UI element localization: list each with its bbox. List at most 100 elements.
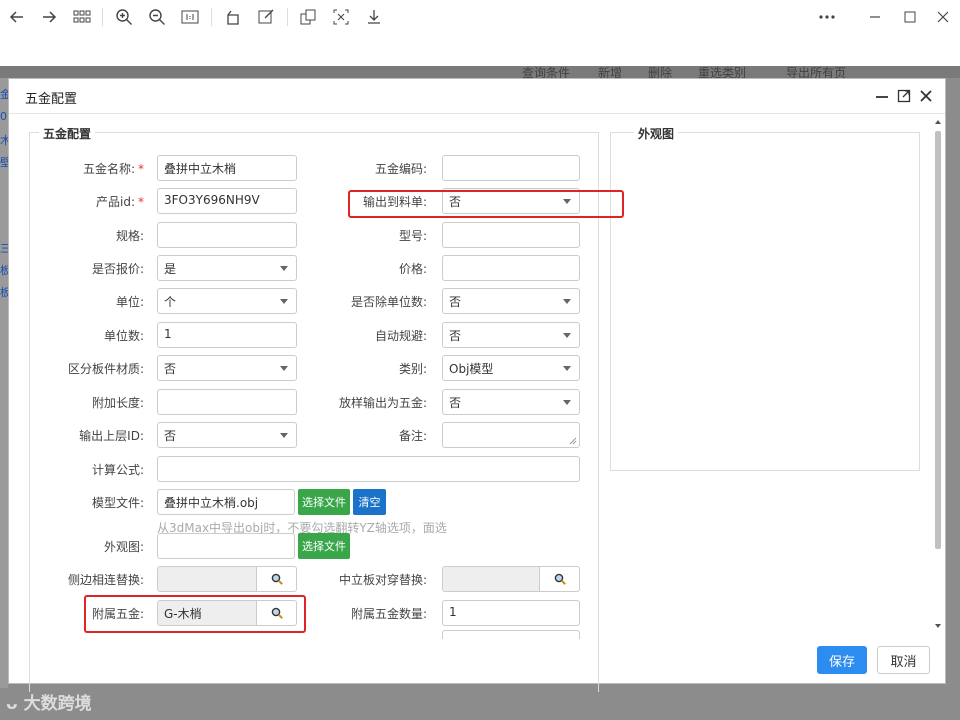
- zoom-out-icon[interactable]: [146, 6, 168, 28]
- attached-qty-input[interactable]: 1: [442, 600, 580, 626]
- remark-textarea[interactable]: [442, 422, 580, 448]
- next-row-input-partial: [442, 630, 580, 639]
- appearance-fieldset: [610, 132, 920, 471]
- model-no-label: 型号:: [398, 229, 427, 243]
- bg-left-text: 板: [0, 286, 8, 299]
- bg-left-text: 木: [0, 134, 8, 147]
- choose-appearance-file-button[interactable]: 选择文件: [298, 533, 350, 559]
- middle-replace-label: 中立板对穿替换:: [338, 573, 427, 587]
- resize-handle-icon[interactable]: [569, 437, 577, 445]
- more-icon[interactable]: [816, 6, 838, 28]
- model-no-input[interactable]: [442, 222, 580, 248]
- unit-count-input[interactable]: 1: [157, 322, 297, 348]
- unit-count-label: 单位数:: [103, 329, 144, 343]
- material-select[interactable]: 否: [157, 355, 297, 381]
- divide-unit-label: 是否除单位数:: [350, 295, 427, 309]
- upper-id-label: 输出上层ID:: [79, 429, 144, 443]
- bg-export-button: 导出所有页: [786, 66, 847, 80]
- back-arrow-icon[interactable]: [6, 6, 28, 28]
- upper-id-select[interactable]: 否: [157, 422, 297, 448]
- viewer-toolbar: [0, 0, 960, 34]
- clear-model-file-button[interactable]: 清空: [353, 489, 386, 515]
- side-replace-search-button[interactable]: [257, 566, 297, 592]
- auto-avoid-label: 自动规避:: [374, 329, 427, 343]
- spec-input[interactable]: [157, 222, 297, 248]
- copy-icon[interactable]: [297, 6, 319, 28]
- appearance-label: 外观图:: [103, 540, 144, 554]
- name-input[interactable]: 叠拼中立木梢: [157, 155, 297, 181]
- crop-icon[interactable]: [330, 6, 352, 28]
- side-replace-input[interactable]: [157, 566, 257, 592]
- edit-icon[interactable]: [255, 6, 277, 28]
- dialog-maximize-icon[interactable]: [895, 87, 913, 105]
- forward-arrow-icon[interactable]: [38, 6, 60, 28]
- price-label: 价格:: [398, 262, 427, 276]
- extra-length-label: 附加长度:: [91, 396, 144, 410]
- hardware-config-dialog: 五金配置 五金配置 外观图 五金名称: * 叠拼中立木梢 五金编码: 产品id: *…: [8, 78, 946, 692]
- choose-model-file-button[interactable]: 选择文件: [298, 489, 350, 515]
- actual-size-icon[interactable]: [179, 6, 201, 28]
- attached-qty-label: 附属五金数量:: [350, 607, 427, 621]
- dialog-minimize-icon[interactable]: [873, 87, 891, 105]
- download-icon[interactable]: [363, 6, 385, 28]
- remark-label: 备注:: [398, 429, 427, 443]
- bg-left-text: 0: [0, 110, 7, 123]
- bg-left-text: 壁: [0, 156, 8, 169]
- watermark: ᴗ 大数跨境: [6, 694, 92, 714]
- bg-query-button: 查询条件: [522, 66, 571, 80]
- name-label: 五金名称: *: [82, 162, 144, 176]
- maximize-icon[interactable]: [899, 6, 921, 28]
- bg-delete-button: 删除: [648, 66, 673, 80]
- formula-input[interactable]: [157, 456, 580, 482]
- dialog-title: 五金配置: [25, 92, 78, 107]
- dialog-header: 五金配置: [9, 79, 945, 114]
- bg-left-text: 板: [0, 264, 8, 277]
- highlight-attached-hardware: [84, 595, 306, 633]
- zoom-in-icon[interactable]: [113, 6, 135, 28]
- bg-left-text: 三: [0, 242, 8, 255]
- window-close-icon[interactable]: [932, 6, 954, 28]
- model-file-input[interactable]: 叠拼中立木梢.obj: [157, 489, 295, 515]
- middle-replace-input[interactable]: [442, 566, 540, 592]
- bg-left-text: 金: [0, 88, 8, 101]
- minimize-icon[interactable]: [864, 6, 886, 28]
- middle-replace-search-button[interactable]: [540, 566, 580, 592]
- scroll-up-icon[interactable]: [934, 119, 942, 125]
- formula-label: 计算公式:: [91, 463, 144, 477]
- search-icon: [554, 573, 566, 585]
- material-label: 区分板件材质:: [67, 362, 144, 376]
- model-file-label: 模型文件:: [91, 496, 144, 510]
- category-label: 类别:: [398, 362, 427, 376]
- price-input[interactable]: [442, 255, 580, 281]
- save-button[interactable]: 保存: [817, 646, 867, 674]
- unit-select[interactable]: 个: [157, 288, 297, 314]
- product-id-label: 产品id: *: [96, 195, 144, 209]
- quote-select[interactable]: 是: [157, 255, 297, 281]
- search-icon: [271, 573, 283, 585]
- sample-output-label: 放样输出为五金:: [338, 396, 427, 410]
- extra-length-input[interactable]: [157, 389, 297, 415]
- bg-reselect-button: 重选类别: [698, 66, 747, 80]
- dialog-close-icon[interactable]: [917, 87, 935, 105]
- appearance-legend: 外观图: [634, 125, 679, 142]
- cancel-button[interactable]: 取消: [877, 646, 930, 674]
- grid-view-icon[interactable]: [71, 6, 93, 28]
- category-select[interactable]: Obj模型: [442, 355, 580, 381]
- product-id-input[interactable]: 3FO3Y696NH9V: [157, 188, 297, 214]
- code-label: 五金编码:: [374, 162, 427, 176]
- appearance-input[interactable]: [157, 533, 295, 559]
- divide-unit-select[interactable]: 否: [442, 288, 580, 314]
- watermark-logo-icon: ᴗ: [6, 694, 18, 714]
- unit-label: 单位:: [115, 295, 144, 309]
- scrollbar-thumb[interactable]: [935, 131, 941, 549]
- sample-output-select[interactable]: 否: [442, 389, 580, 415]
- scroll-down-icon[interactable]: [934, 623, 942, 629]
- spec-label: 规格:: [115, 229, 144, 243]
- highlight-output-to-bom: [348, 190, 624, 218]
- code-input[interactable]: [442, 155, 580, 181]
- bg-add-button: 新增: [598, 66, 623, 80]
- quote-label: 是否报价:: [91, 262, 144, 276]
- rotate-icon[interactable]: [222, 6, 244, 28]
- hardware-config-legend: 五金配置: [39, 125, 96, 142]
- auto-avoid-select[interactable]: 否: [442, 322, 580, 348]
